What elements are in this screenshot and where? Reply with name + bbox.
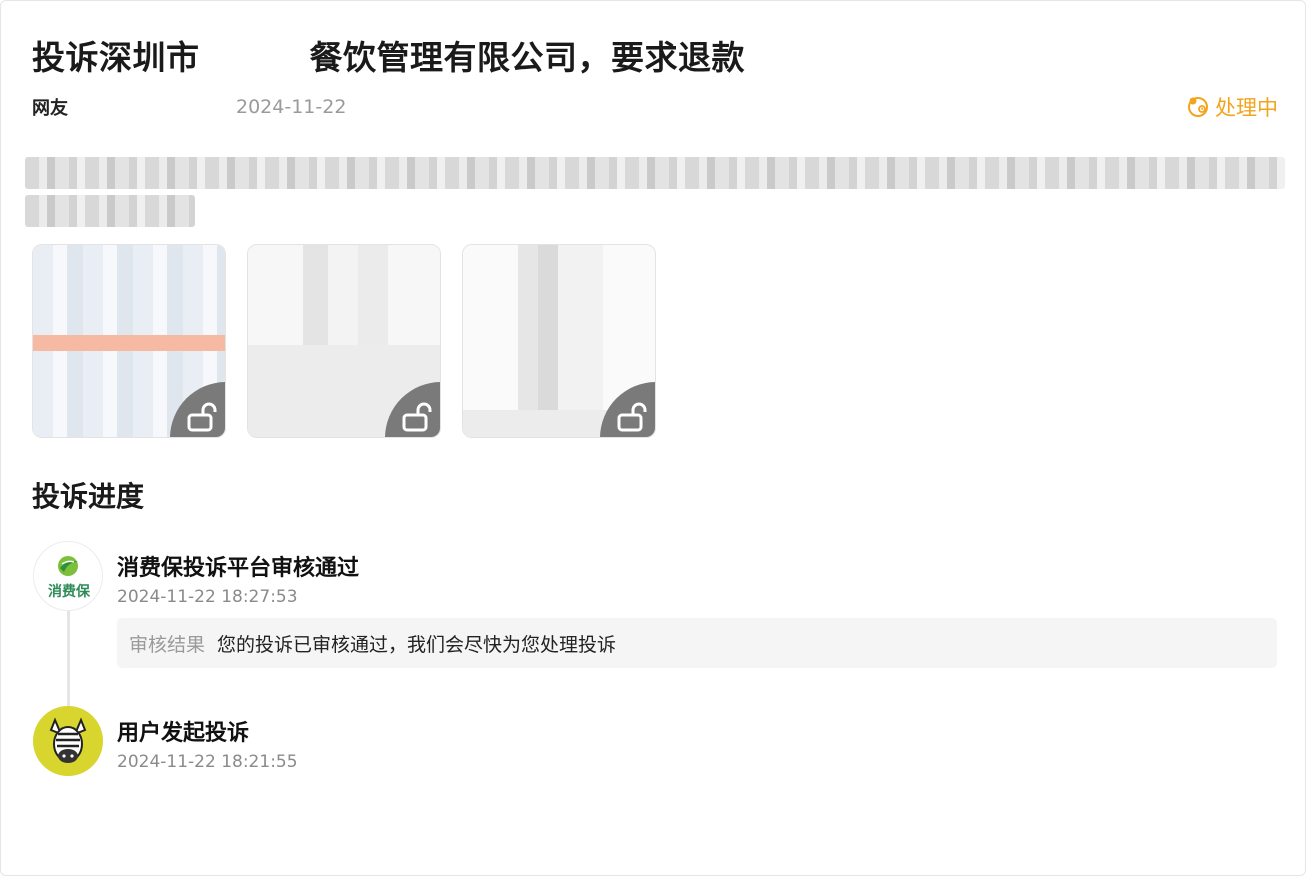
- status-text: 处理中: [1215, 96, 1278, 120]
- event-title-submitted: 用户发起投诉: [117, 721, 250, 746]
- review-result-label: 审核结果: [129, 633, 206, 656]
- progress-section-title: 投诉进度: [32, 480, 145, 513]
- xiaofeibao-logo-avatar: 消费保: [33, 541, 103, 611]
- page-title: 投诉深圳市 餐饮管理有限公司，要求退款: [32, 33, 745, 77]
- processing-icon: [1188, 97, 1208, 117]
- complaint-meta: 网友 2024-11-22 处理中: [32, 93, 1278, 121]
- review-result-text: 您的投诉已审核通过，我们会尽快为您处理投诉: [217, 633, 617, 656]
- complaint-card: 投诉深圳市 餐饮管理有限公司，要求退款 网友 2024-11-22 处理中 投诉…: [0, 0, 1306, 876]
- complaint-description-blurred: [25, 153, 1285, 231]
- unlock-icon: [617, 402, 647, 432]
- unlock-icon: [187, 402, 217, 432]
- author-name: 网友: [32, 98, 68, 119]
- status-badge: 处理中: [1187, 92, 1278, 122]
- complaint-date: 2024-11-22: [236, 96, 347, 118]
- attachment-thumbnail[interactable]: [462, 244, 656, 438]
- attachment-thumbnail[interactable]: [247, 244, 441, 438]
- attachment-list: [32, 244, 656, 438]
- title-part-2: 餐饮管理有限公司，要求退款: [309, 38, 745, 77]
- event-title-approved: 消费保投诉平台审核通过: [117, 556, 360, 581]
- unlock-icon: [402, 402, 432, 432]
- event-time-approved: 2024-11-22 18:27:53: [117, 587, 298, 607]
- title-part-1: 投诉深圳市: [32, 38, 200, 77]
- user-avatar: [33, 706, 103, 776]
- review-result-box: 审核结果 您的投诉已审核通过，我们会尽快为您处理投诉: [117, 618, 1277, 668]
- attachment-thumbnail[interactable]: [32, 244, 226, 438]
- event-time-submitted: 2024-11-22 18:21:55: [117, 752, 298, 772]
- timeline-connector: [67, 611, 70, 711]
- xiaofeibao-logo-icon: [58, 556, 78, 576]
- zebra-avatar-icon: [49, 717, 87, 763]
- xiaofeibao-logo-text: 消费保: [48, 584, 90, 600]
